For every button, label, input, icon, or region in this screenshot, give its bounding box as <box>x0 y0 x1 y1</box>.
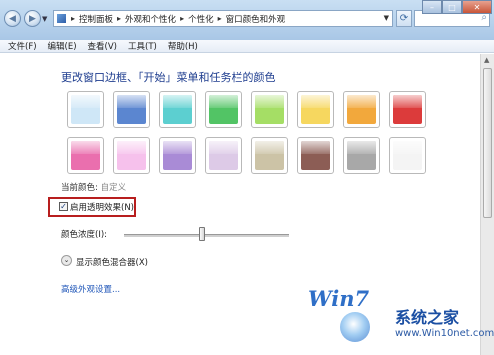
color-swatch-orange[interactable] <box>343 91 380 128</box>
swatch-fill <box>71 95 100 124</box>
color-swatch-lime[interactable] <box>251 91 288 128</box>
watermark-site-name: 系统之家 <box>395 308 460 327</box>
color-swatch-fuchsia[interactable] <box>67 137 104 174</box>
page-title: 更改窗口边框、「开始」菜单和任务栏的颜色 <box>61 71 276 84</box>
color-swatch-sky[interactable] <box>67 91 104 128</box>
color-swatch-ruby[interactable] <box>389 91 426 128</box>
watermark-logo: Win7 <box>308 286 370 311</box>
swatch-fill <box>255 141 284 170</box>
current-color-value: 自定义 <box>100 183 127 193</box>
control-panel-icon <box>57 14 66 23</box>
advanced-appearance-link[interactable]: 高级外观设置... <box>61 283 120 295</box>
current-color: 当前颜色: 自定义 <box>61 181 126 193</box>
expand-chevron-icon[interactable]: ⌄ <box>61 255 72 266</box>
color-swatch-blush[interactable] <box>113 137 150 174</box>
swatch-fill <box>163 141 192 170</box>
window-controls: – □ ✕ <box>422 0 492 15</box>
show-color-mixer-toggle[interactable]: 显示颜色混合器(X) <box>76 256 148 268</box>
address-dropdown-icon[interactable]: ▼ <box>384 14 389 22</box>
menu-tools[interactable]: 工具(T) <box>128 40 157 52</box>
swatch-fill <box>117 141 146 170</box>
swatch-fill <box>117 95 146 124</box>
swatch-fill <box>393 95 422 124</box>
windows-flag-logo-icon <box>340 312 370 342</box>
maximize-button[interactable]: □ <box>442 0 462 14</box>
close-button[interactable]: ✕ <box>462 0 492 14</box>
color-swatch-twilight[interactable] <box>113 91 150 128</box>
color-intensity-slider-thumb[interactable] <box>198 227 205 241</box>
current-color-label: 当前颜色: <box>61 183 98 193</box>
color-swatch-leaf[interactable] <box>205 91 242 128</box>
forward-arrow-icon: ▶ <box>29 13 36 24</box>
breadcrumb-separator-icon: ▸ <box>71 14 76 23</box>
swatch-fill <box>71 141 100 170</box>
swatch-fill <box>209 95 238 124</box>
swatch-fill <box>301 141 330 170</box>
swatch-fill <box>347 95 376 124</box>
recent-pages-dropdown[interactable]: ▼ <box>42 15 47 23</box>
scroll-up-icon[interactable]: ▲ <box>484 56 489 64</box>
refresh-button[interactable]: ⟳ <box>396 10 412 27</box>
color-swatch-frost[interactable] <box>389 137 426 174</box>
breadcrumb-separator-icon: ▸ <box>180 14 185 23</box>
menu-file[interactable]: 文件(F) <box>8 40 37 52</box>
back-arrow-icon: ◀ <box>9 13 16 24</box>
color-swatch-sea[interactable] <box>159 91 196 128</box>
color-swatch-slate[interactable] <box>343 137 380 174</box>
watermark: Win7 系统之家 www.Win10net.com <box>300 286 494 355</box>
color-swatch-lavender[interactable] <box>205 137 242 174</box>
minimize-button[interactable]: – <box>422 0 442 14</box>
breadcrumb-control-panel[interactable]: 控制面板 <box>79 13 113 25</box>
color-swatch-taupe[interactable] <box>251 137 288 174</box>
back-button[interactable]: ◀ <box>4 10 21 27</box>
address-bar[interactable]: ▸ 控制面板 ▸ 外观和个性化 ▸ 个性化 ▸ 窗口颜色和外观 ▼ <box>53 10 393 27</box>
color-swatch-chocolate[interactable] <box>297 137 334 174</box>
refresh-icon: ⟳ <box>399 13 409 24</box>
swatch-fill <box>209 141 238 170</box>
scrollbar-thumb[interactable] <box>483 68 492 218</box>
title-bar: ◀ ▶ ▼ ▸ 控制面板 ▸ 外观和个性化 ▸ 个性化 ▸ 窗口颜色和外观 ▼ … <box>0 0 494 40</box>
swatch-fill <box>393 141 422 170</box>
transparency-checkbox[interactable]: ✓ <box>59 202 68 211</box>
menu-bar: 文件(F) 编辑(E) 查看(V) 工具(T) 帮助(H) <box>0 40 494 53</box>
color-intensity-label: 颜色浓度(I): <box>61 230 108 240</box>
watermark-url: www.Win10net.com <box>395 328 494 339</box>
color-swatch-pumpkin-yellow[interactable] <box>297 91 334 128</box>
breadcrumb-separator-icon: ▸ <box>217 14 222 23</box>
color-swatch-violet[interactable] <box>159 137 196 174</box>
swatch-fill <box>163 95 192 124</box>
breadcrumb-personalization[interactable]: 个性化 <box>188 13 214 25</box>
breadcrumb-separator-icon: ▸ <box>117 14 122 23</box>
menu-view[interactable]: 查看(V) <box>88 40 117 52</box>
menu-edit[interactable]: 编辑(E) <box>48 40 77 52</box>
swatch-fill <box>255 95 284 124</box>
breadcrumb-appearance[interactable]: 外观和个性化 <box>125 13 176 25</box>
breadcrumb-window-color[interactable]: 窗口颜色和外观 <box>226 13 286 25</box>
forward-button[interactable]: ▶ <box>24 10 41 27</box>
color-intensity-slider-track[interactable] <box>124 234 289 237</box>
transparency-label[interactable]: 启用透明效果(N) <box>70 201 134 213</box>
swatch-fill <box>347 141 376 170</box>
menu-help[interactable]: 帮助(H) <box>168 40 198 52</box>
swatch-fill <box>301 95 330 124</box>
